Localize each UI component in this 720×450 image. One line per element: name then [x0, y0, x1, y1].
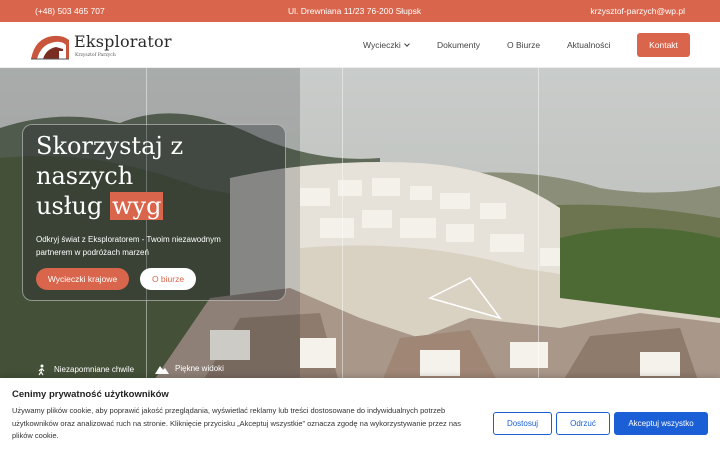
about-office-button[interactable]: O biurze	[140, 268, 196, 290]
nav-item-label: O Biurze	[507, 40, 541, 50]
feature-item: Piękne widoki	[155, 364, 224, 374]
headline-line: naszych	[36, 162, 134, 190]
phone-link[interactable]: (+48) 503 465 707	[35, 6, 105, 16]
nav-item-label: Dokumenty	[437, 40, 480, 50]
logo-mark-icon	[31, 35, 69, 60]
nav-item-dokumenty[interactable]: Dokumenty	[437, 40, 480, 50]
mountain-icon	[155, 366, 169, 374]
email-link[interactable]: krzysztof-parzych@wp.pl	[590, 6, 685, 16]
accept-all-cookies-button[interactable]: Akceptuj wszystko	[614, 412, 708, 435]
headline-line: Skorzystaj z	[36, 132, 184, 160]
hero-headline: Skorzystaj z naszych usług wyg	[36, 131, 276, 221]
nav-item-label: Wycieczki	[363, 40, 401, 50]
domestic-trips-button[interactable]: Wycieczki krajowe	[36, 268, 129, 290]
grid-divider	[538, 68, 539, 386]
hero-lead-text: Odkryj świat z Eksploratorem - Twoim nie…	[36, 235, 221, 257]
nav-item-wycieczki[interactable]: Wycieczki	[363, 40, 410, 50]
cookie-consent-banner: Cenimy prywatność użytkowników Używamy p…	[0, 378, 720, 450]
logo-title: Eksplorator	[74, 32, 172, 51]
logo-subtitle: Krzysztof Parzych	[75, 53, 116, 58]
nav-item-label: Aktualności	[567, 40, 611, 50]
cookie-title: Cenimy prywatność użytkowników	[12, 389, 169, 400]
chevron-down-icon	[403, 41, 410, 47]
grid-divider	[342, 68, 343, 386]
site-logo[interactable]: Eksplorator Krzysztof Parzych	[29, 30, 171, 62]
nav-item-aktualnosci[interactable]: Aktualności	[567, 40, 610, 50]
site-header: Eksplorator Krzysztof Parzych Wycieczki …	[0, 22, 720, 68]
cookie-description: Używamy plików cookie, aby poprawić jako…	[12, 406, 461, 440]
customize-cookies-button[interactable]: Dostosuj	[493, 412, 552, 435]
feature-item: Niezapomniane chwile	[36, 364, 134, 376]
headline-line: usług	[36, 192, 111, 220]
nav-item-o-biurze[interactable]: O Biurze	[507, 40, 540, 50]
feature-label: Piękne widoki	[175, 364, 224, 374]
contact-button[interactable]: Kontakt	[637, 33, 690, 57]
headline-accent: wyg	[110, 192, 164, 220]
hiker-icon	[38, 364, 45, 376]
address-text: Ul. Drewniana 11/23 76-200 Słupsk	[288, 6, 422, 16]
hero-section	[0, 68, 720, 386]
top-contact-bar: (+48) 503 465 707 Ul. Drewniana 11/23 76…	[0, 0, 720, 22]
feature-label: Niezapomniane chwile	[54, 365, 135, 375]
reject-cookies-button[interactable]: Odrzuć	[556, 412, 610, 435]
